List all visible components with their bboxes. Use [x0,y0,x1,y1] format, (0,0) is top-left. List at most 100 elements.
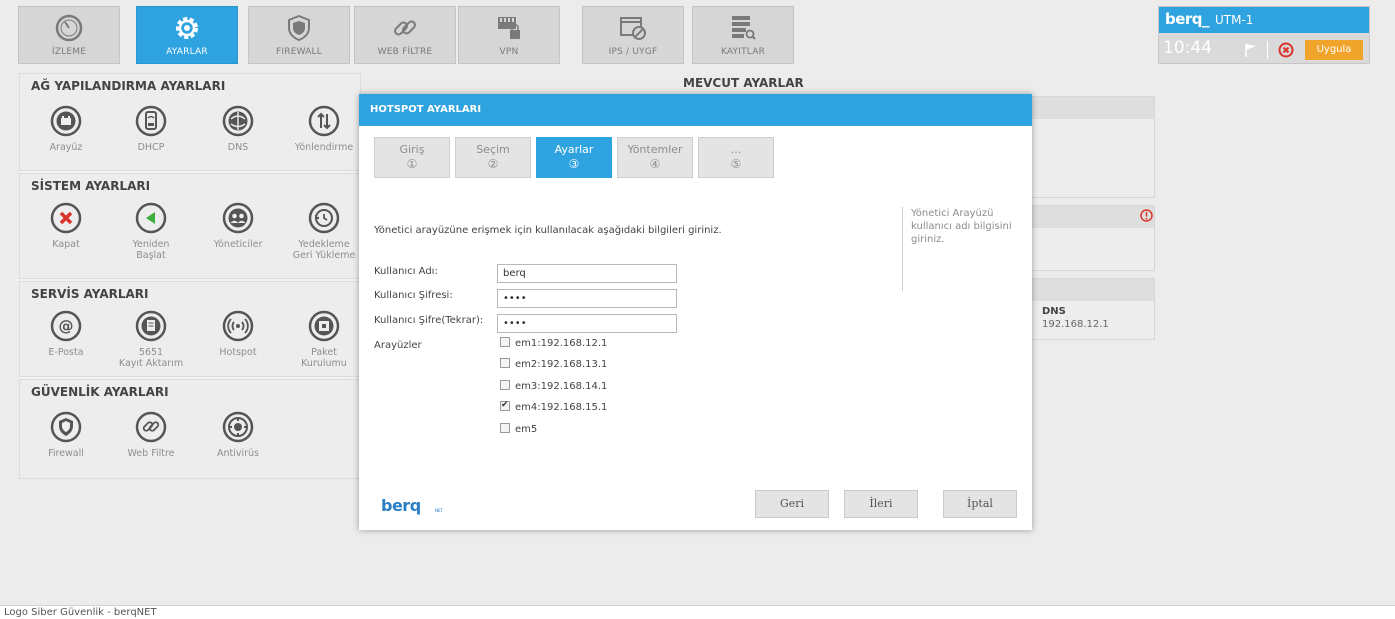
nav-ips-uygf[interactable]: IPS / UYGF [582,6,684,64]
step-tab-more[interactable]: ... ⑤ [698,137,774,178]
berqnet-logo: berq [381,496,421,515]
password-confirm-input[interactable] [497,314,677,333]
device-separator [1267,41,1268,59]
interface-label: em3:192.168.14.1 [515,381,608,392]
checkbox[interactable] [500,337,510,347]
modal-intro-text: Yönetici arayüzüne erişmek için kullanıl… [374,225,722,236]
item-yeniden-baslat[interactable]: Yeniden Başlat [108,202,194,261]
section-title: AĞ YAPILANDIRMA AYARLARI [31,79,226,93]
item-dns[interactable]: DNS [195,105,281,153]
routing-icon [308,105,340,137]
restart-icon [135,202,167,234]
checkbox[interactable] [500,380,510,390]
password-confirm-label: Kullanıcı Şifre(Tekrar): [374,315,484,326]
item-firewall[interactable]: Firewall [23,411,109,459]
settings-panel: AĞ YAPILANDIRMA AYARLARI Arayüz DHCP DNS… [19,73,361,479]
item-label: Arayüz [49,142,83,153]
checkbox-checked[interactable] [500,399,510,411]
interface-label: em5 [515,424,538,435]
item-web-filtre[interactable]: Web Filtre [108,411,194,459]
item-label: DHCP [137,142,165,153]
back-button[interactable]: Geri [755,490,829,518]
interfaces-label: Arayüzler [374,340,422,351]
nav-label: AYARLAR [166,47,208,57]
item-label-line2: Kayıt Aktarım [118,358,184,369]
modal-title: HOTSPOT AYARLARI [359,94,1032,126]
footer-text: Logo Siber Güvenlik - berqNET [4,607,157,618]
item-dhcp[interactable]: DHCP [108,105,194,153]
device-logo: berq_ [1165,10,1210,28]
item-yoneticiler[interactable]: Yöneticiler [195,202,281,250]
nav-label: VPN [499,47,519,57]
nav-ayarlar[interactable]: AYARLAR [136,6,238,64]
item-paket-kurulumu[interactable]: Paket Kurulumu [281,310,367,369]
footer: Logo Siber Güvenlik - berqNET [0,605,1395,619]
nav-web-filtre[interactable]: WEB FİLTRE [354,6,456,64]
error-circle-icon[interactable] [1278,42,1294,58]
gear-icon [176,17,198,39]
item-label: Antivirüs [216,448,260,459]
dhcp-icon [135,105,167,137]
nav-kayitlar[interactable]: KAYITLAR [692,6,794,64]
checkbox[interactable] [500,423,510,433]
item-label: Web Filtre [127,448,175,459]
device-header: berq_ UTM-1 [1159,7,1369,33]
interface-checkbox-em4[interactable]: em4:192.168.15.1 [500,399,608,416]
interface-checkbox-em2[interactable]: em2:192.168.13.1 [500,358,607,373]
email-icon: @ [50,310,82,342]
step-tab-ayarlar[interactable]: Ayarlar ③ [536,137,612,178]
item-yedekleme[interactable]: Yedekleme Geri Yükleme [281,202,367,261]
package-icon [308,310,340,342]
item-label: Hotspot [219,347,257,358]
item-5651[interactable]: 5651 Kayıt Aktarım [108,310,194,369]
password-input[interactable] [497,289,677,308]
dns-value: 192.168.12.1 [1042,319,1109,330]
hotspot-modal: HOTSPOT AYARLARI Giriş ① Seçim ② Ayarlar… [359,94,1032,530]
section-security: GÜVENLİK AYARLARI Firewall Web Filtre An… [19,379,361,479]
item-arayuz[interactable]: Arayüz [23,105,109,153]
link-icon [394,20,416,36]
step-tab-secim[interactable]: Seçim ② [455,137,531,178]
item-antivirus[interactable]: Antivirüs [195,411,281,459]
flag-icon[interactable] [1243,42,1259,58]
admins-icon [222,202,254,234]
section-title: SİSTEM AYARLARI [31,179,151,193]
nav-vpn[interactable]: VPN [458,6,560,64]
shutdown-icon [50,202,82,234]
step-tab-giris[interactable]: Giriş ① [374,137,450,178]
step-number: ② [487,157,499,171]
warning-icon[interactable] [1140,209,1153,222]
cancel-button[interactable]: İptal [943,490,1017,518]
apply-button[interactable]: Uygula [1305,40,1363,60]
section-system: SİSTEM AYARLARI Kapat Yeniden Başlat Yön… [19,173,361,279]
current-settings-title: MEVCUT AYARLAR [683,76,804,90]
nav-label: İZLEME [51,47,87,57]
item-yonlendirme[interactable]: Yönlendirme [281,105,367,153]
next-button[interactable]: İleri [844,490,918,518]
step-tab-yontemler[interactable]: Yöntemler ④ [617,137,693,178]
password-label: Kullanıcı Şifresi: [374,290,453,301]
nav-firewall[interactable]: FIREWALL [248,6,350,64]
item-label: E-Posta [48,347,84,358]
item-kapat[interactable]: Kapat [23,202,109,250]
checkbox[interactable] [500,358,510,368]
interface-label: em4:192.168.15.1 [515,402,608,413]
interface-checkbox-em3[interactable]: em3:192.168.14.1 [500,380,608,395]
item-eposta[interactable]: @ E-Posta [23,310,109,358]
step-number: ① [406,157,418,171]
item-hotspot[interactable]: Hotspot [195,310,281,358]
step-label: Seçim [476,143,510,156]
log-transfer-icon [135,310,167,342]
gauge-icon [55,14,83,42]
log-search-icon [732,16,756,40]
username-label: Kullanıcı Adı: [374,266,438,277]
interface-checkbox-em5[interactable]: em5 [500,423,538,438]
username-input[interactable] [497,264,677,283]
step-number: ⑤ [730,157,742,171]
item-label: Kapat [52,239,80,250]
shield-icon [288,14,310,42]
nav-izleme[interactable]: İZLEME [18,6,120,64]
device-panel: berq_ UTM-1 10:44 Uygula [1158,6,1370,64]
svg-text:@: @ [59,317,74,335]
interface-checkbox-em1[interactable]: em1:192.168.12.1 [500,337,607,352]
